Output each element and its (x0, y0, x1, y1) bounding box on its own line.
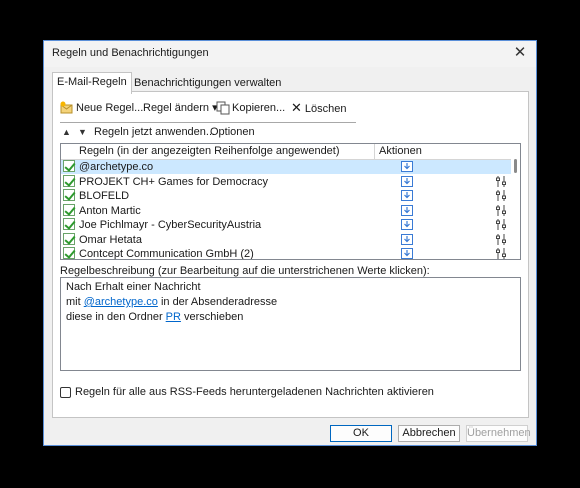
description-line-2: mit @archetype.co in der Absenderadresse (66, 295, 515, 310)
description-line-3-post: verschieben (180, 311, 244, 323)
column-header-rules[interactable]: Regeln (in der angezeigten Reihenfolge a… (79, 145, 340, 157)
new-rule-button[interactable]: Neue Regel... (60, 98, 143, 118)
column-divider[interactable] (374, 144, 375, 159)
rule-enabled-checkbox[interactable] (63, 203, 75, 216)
tab-manage-notifications[interactable]: Benachrichtigungen verwalten (130, 74, 285, 92)
new-rule-label: Neue Regel... (76, 102, 144, 114)
description-line-3: diese in den Ordner PR verschieben (66, 310, 515, 325)
tab-email-rules[interactable]: E-Mail-Regeln (52, 72, 132, 94)
move-to-folder-icon (401, 161, 413, 172)
rule-row[interactable]: Contcept Communication GmbH (2) (61, 247, 511, 260)
description-line-2-pre: mit (66, 296, 84, 308)
rule-name: Anton Martic (79, 204, 141, 217)
rule-name: Omar Hetata (79, 233, 142, 246)
rule-condition-icon (496, 248, 506, 259)
rule-condition-icon (496, 204, 506, 216)
rules-list[interactable]: Regeln (in der angezeigten Reihenfolge a… (60, 143, 521, 260)
rule-row[interactable]: Omar Hetata (61, 232, 511, 247)
rule-enabled-checkbox[interactable] (63, 218, 75, 230)
description-line-2-post: in der Absenderadresse (157, 296, 278, 308)
column-header-actions[interactable]: Aktionen (379, 145, 422, 157)
move-to-folder-icon (401, 204, 413, 216)
rule-name: PROJEKT CH+ Games for Democracy (79, 175, 268, 188)
rule-row[interactable]: PROJEKT CH+ Games for Democracy (61, 174, 511, 189)
delete-rule-label: Löschen (304, 103, 347, 115)
rss-rules-label: Regeln für alle aus RSS-Feeds herunterge… (75, 386, 434, 398)
window-title: Regeln und Benachrichtigungen (52, 47, 209, 59)
copy-rule-label: Kopieren... (232, 102, 286, 114)
move-up-icon[interactable]: ▲ (62, 127, 71, 137)
target-folder-link[interactable]: PR (166, 311, 181, 323)
description-line-3-pre: diese in den Ordner (66, 311, 166, 323)
rss-rules-checkbox[interactable] (60, 386, 71, 398)
title-bar[interactable]: Regeln und Benachrichtigungen ✕ (44, 41, 536, 67)
rule-row[interactable]: @archetype.co (61, 160, 511, 174)
delete-icon: ✕ (291, 100, 302, 115)
change-rule-button[interactable]: Regel ändern ▾ (143, 98, 218, 118)
move-to-folder-icon (401, 233, 413, 245)
move-down-icon[interactable]: ▼ (78, 127, 87, 137)
rule-enabled-checkbox[interactable] (63, 160, 75, 172)
rules-list-header: Regeln (in der angezeigten Reihenfolge a… (61, 144, 520, 160)
rule-condition-icon (496, 233, 506, 245)
toolbar-divider (60, 122, 356, 123)
rules-dialog: Regeln und Benachrichtigungen ✕ E-Mail-R… (43, 40, 537, 446)
rule-row[interactable]: Joe Pichlmayr - CyberSecurityAustria (61, 218, 511, 232)
move-to-folder-icon (401, 248, 413, 259)
ok-button[interactable]: OK (330, 425, 392, 442)
rule-name: @archetype.co (79, 161, 154, 173)
move-to-folder-icon (401, 219, 413, 230)
delete-rule-button[interactable]: ✕ Löschen (291, 98, 347, 118)
rule-name: BLOFELD (79, 190, 130, 202)
rule-enabled-checkbox[interactable] (63, 189, 75, 201)
rule-description-box: Nach Erhalt einer Nachricht mit @archety… (60, 277, 521, 371)
copy-rule-button[interactable]: Kopieren... (216, 98, 285, 118)
rule-condition-icon (496, 190, 506, 201)
close-icon[interactable]: ✕ (510, 43, 530, 63)
rule-condition-icon (496, 219, 506, 230)
rule-enabled-checkbox[interactable] (63, 174, 75, 187)
copy-icon (216, 101, 230, 115)
options-link[interactable]: Optionen (210, 126, 255, 138)
new-rule-icon (60, 101, 73, 114)
sender-address-link[interactable]: @archetype.co (84, 296, 158, 308)
move-to-folder-icon (401, 190, 413, 201)
description-label: Regelbeschreibung (zur Bearbeitung auf d… (60, 265, 430, 277)
rules-tab-panel: Neue Regel... Regel ändern ▾ Kopieren...… (52, 91, 529, 418)
rule-name: Contcept Communication GmbH (2) (79, 248, 254, 260)
change-rule-label: Regel ändern (143, 102, 210, 114)
cancel-button[interactable]: Abbrechen (398, 425, 460, 442)
rule-row[interactable]: Anton Martic (61, 203, 511, 218)
vertical-scrollbar[interactable] (511, 159, 520, 259)
rss-rules-checkbox-row[interactable]: Regeln für alle aus RSS-Feeds herunterge… (60, 386, 434, 398)
scrollbar-thumb[interactable] (514, 159, 517, 173)
rule-name: Joe Pichlmayr - CyberSecurityAustria (79, 219, 262, 231)
rule-row[interactable]: BLOFELD (61, 189, 511, 203)
apply-button[interactable]: Übernehmen (466, 425, 531, 442)
move-to-folder-icon (401, 175, 413, 187)
rule-enabled-checkbox[interactable] (63, 247, 75, 259)
rule-condition-icon (496, 175, 506, 187)
apply-rules-now-link[interactable]: Regeln jetzt anwenden... (94, 126, 215, 138)
description-line-1: Nach Erhalt einer Nachricht (66, 281, 201, 293)
rule-enabled-checkbox[interactable] (63, 232, 75, 245)
